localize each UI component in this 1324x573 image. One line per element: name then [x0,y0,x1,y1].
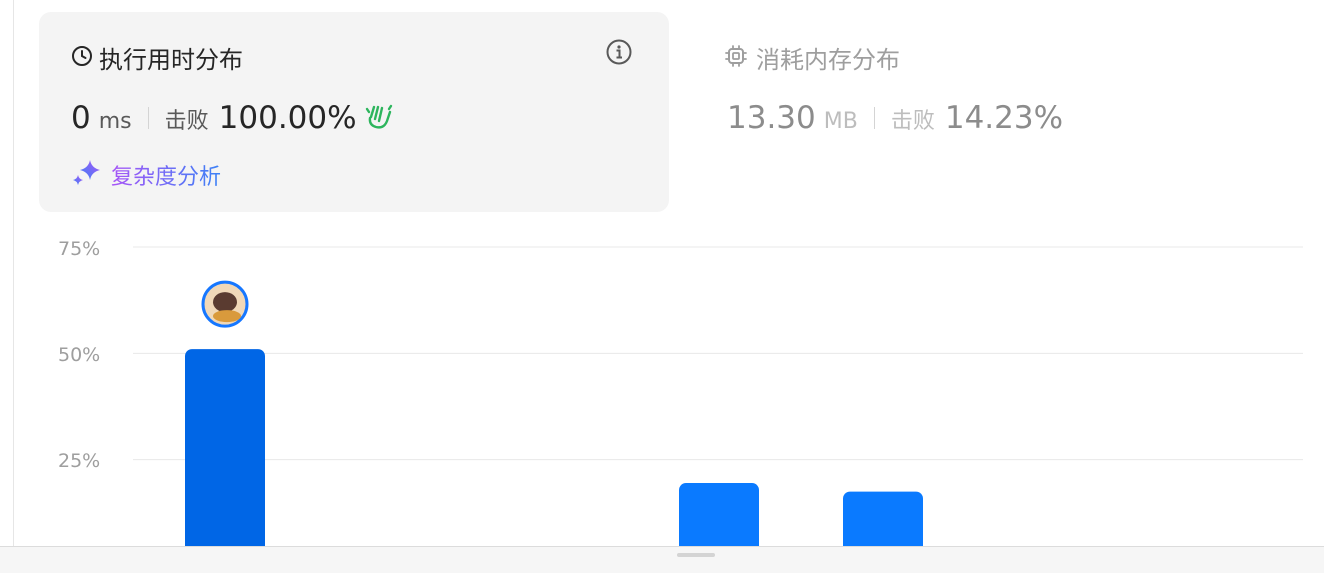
chart-bar[interactable] [843,491,923,548]
chart-bar[interactable] [679,483,759,548]
resize-handle[interactable] [677,553,715,557]
chart-bar[interactable] [185,349,265,548]
user-avatar-marker[interactable] [201,280,249,328]
runtime-distribution-chart: 75% 50% 25% [0,0,1324,548]
bottom-panel-bar [0,546,1324,573]
chart-plot [133,246,1303,548]
